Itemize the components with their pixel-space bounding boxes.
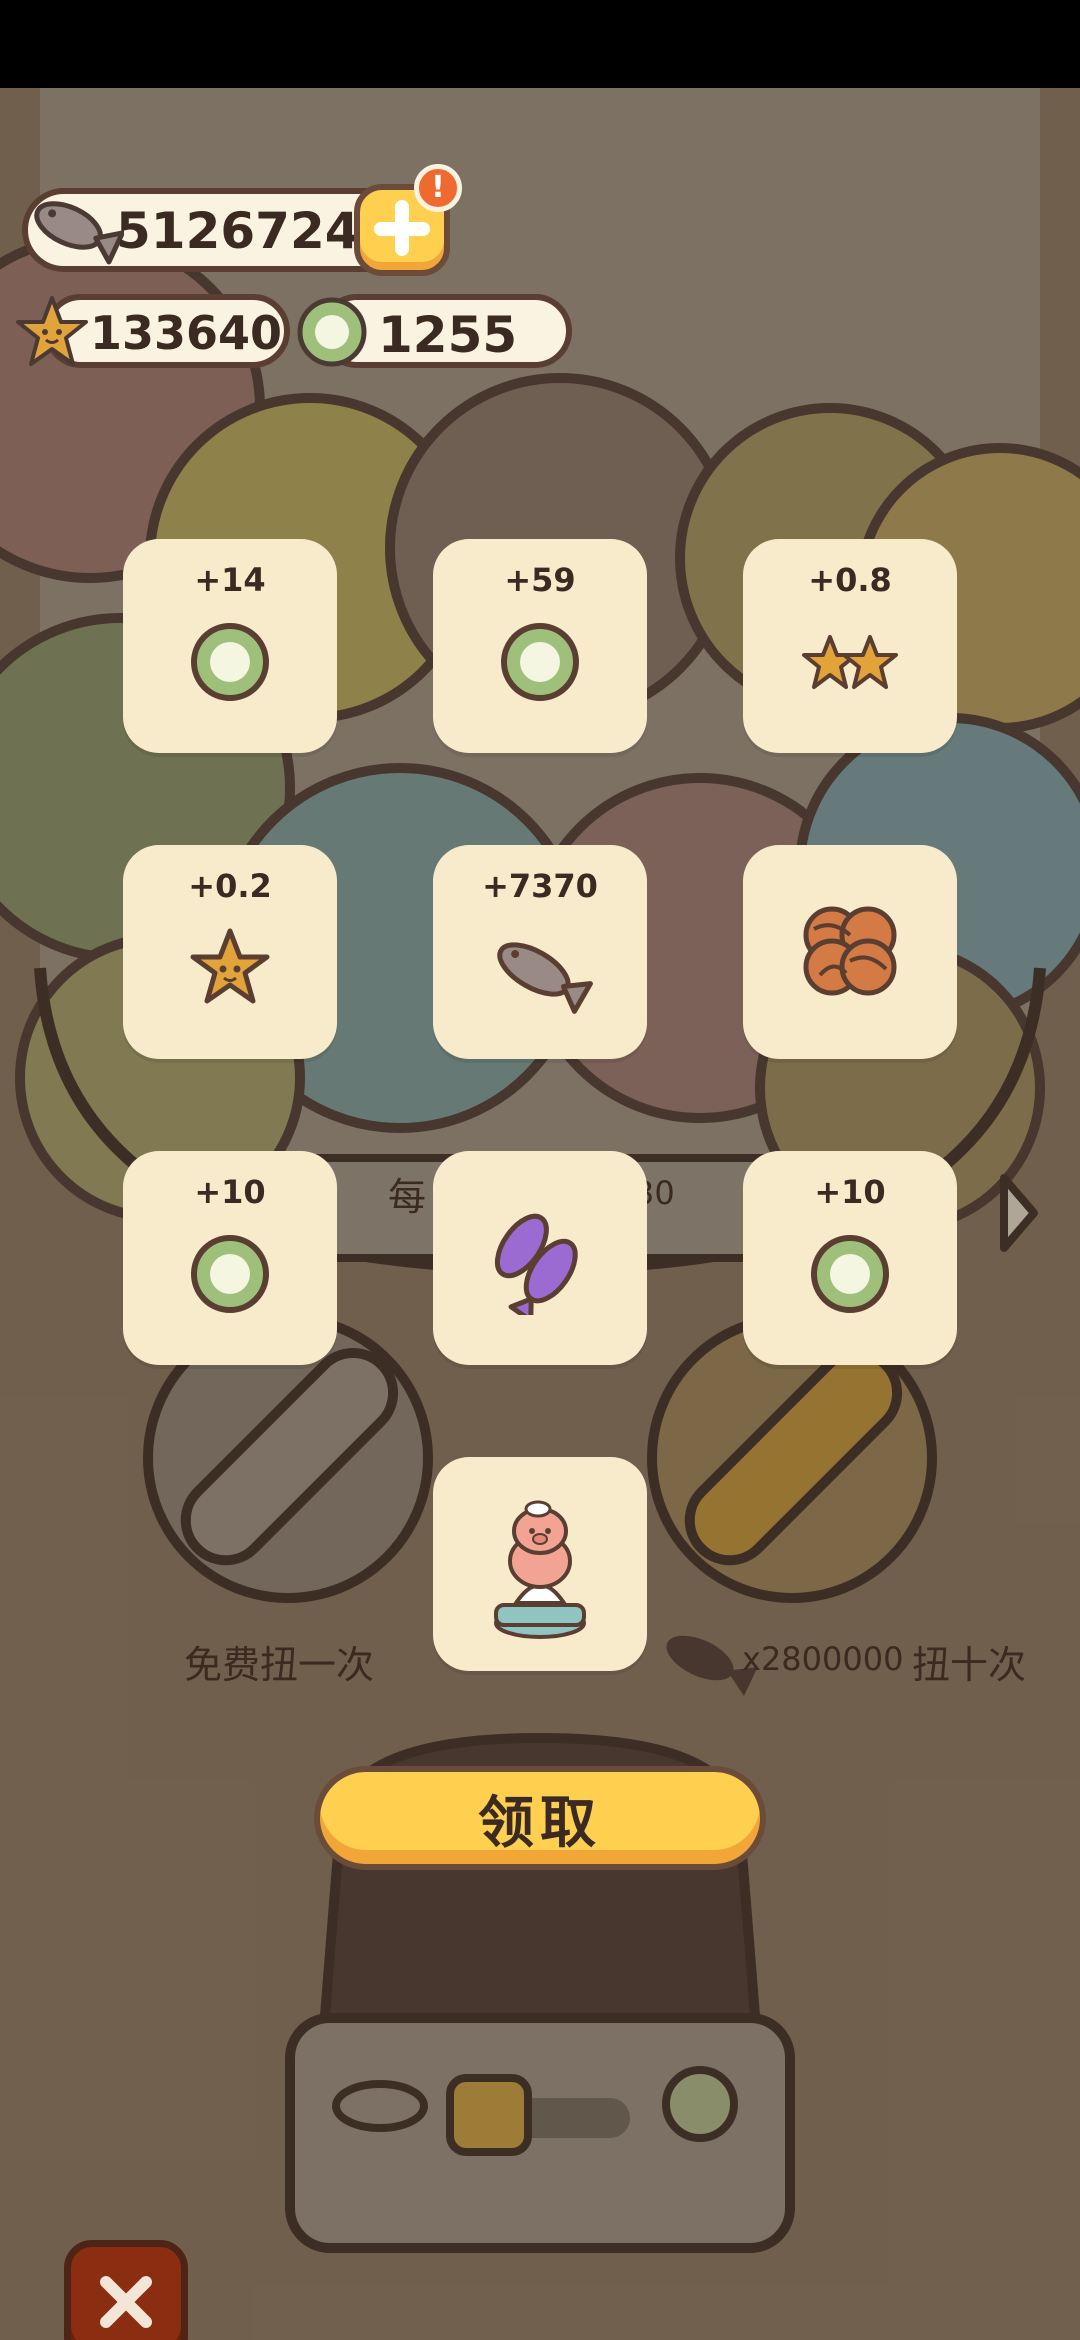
reward-amount: +0.8 — [808, 561, 892, 599]
free-spin-label: 免费扭一次 — [184, 1643, 375, 1687]
coin-amount: 1255 — [378, 306, 518, 364]
pig-chef-figurine-icon — [494, 1500, 586, 1639]
coin-icon — [297, 297, 367, 367]
reward-amount: +59 — [504, 561, 576, 599]
reward-amount: +10 — [814, 1173, 886, 1211]
reward-card: +10 — [123, 1151, 337, 1365]
ten-spin-label: 扭十次 — [912, 1643, 1027, 1687]
star-currency-pill: 133640 — [16, 294, 290, 368]
coin-icon — [191, 623, 269, 701]
ten-spin-cost: x2800000 — [742, 1640, 904, 1678]
coin-currency-pill: 1255 — [297, 294, 572, 368]
claim-button[interactable]: 领取 — [314, 1766, 766, 1870]
coin-icon — [191, 1235, 269, 1313]
reward-card — [743, 845, 957, 1059]
reward-card — [433, 1151, 647, 1365]
gacha-scene: 每 30 免费扭一次 x2800000 扭十次 512672410 ! 1336… — [0, 88, 1080, 2340]
coin-icon — [501, 623, 579, 701]
star-icon — [16, 296, 88, 366]
double-star-icon — [802, 635, 898, 689]
reward-amount: +7370 — [482, 867, 598, 905]
reward-card — [433, 1457, 647, 1671]
coin-icon — [811, 1235, 889, 1313]
reward-card: +14 — [123, 539, 337, 753]
reward-card: +59 — [433, 539, 647, 753]
star-icon — [190, 928, 270, 1004]
reward-card: +0.8 — [743, 539, 957, 753]
yarn-ball-icon — [803, 906, 897, 996]
fish-icon — [497, 942, 593, 1014]
close-button[interactable] — [64, 2240, 188, 2340]
reward-card: +10 — [743, 1151, 957, 1365]
reward-card: +0.2 — [123, 845, 337, 1059]
fish-icon — [34, 201, 124, 265]
reward-card: +7370 — [433, 845, 647, 1059]
reward-amount: +14 — [194, 561, 266, 599]
reward-amount: +0.2 — [188, 867, 272, 905]
purple-fish-icon — [494, 1213, 578, 1315]
status-bar — [0, 0, 1080, 88]
close-icon — [100, 2276, 152, 2328]
star-amount: 133640 — [90, 306, 283, 360]
alert-badge: ! — [414, 164, 462, 212]
reward-amount: +10 — [194, 1173, 266, 1211]
daily-limit-prefix: 每 — [388, 1175, 427, 1219]
